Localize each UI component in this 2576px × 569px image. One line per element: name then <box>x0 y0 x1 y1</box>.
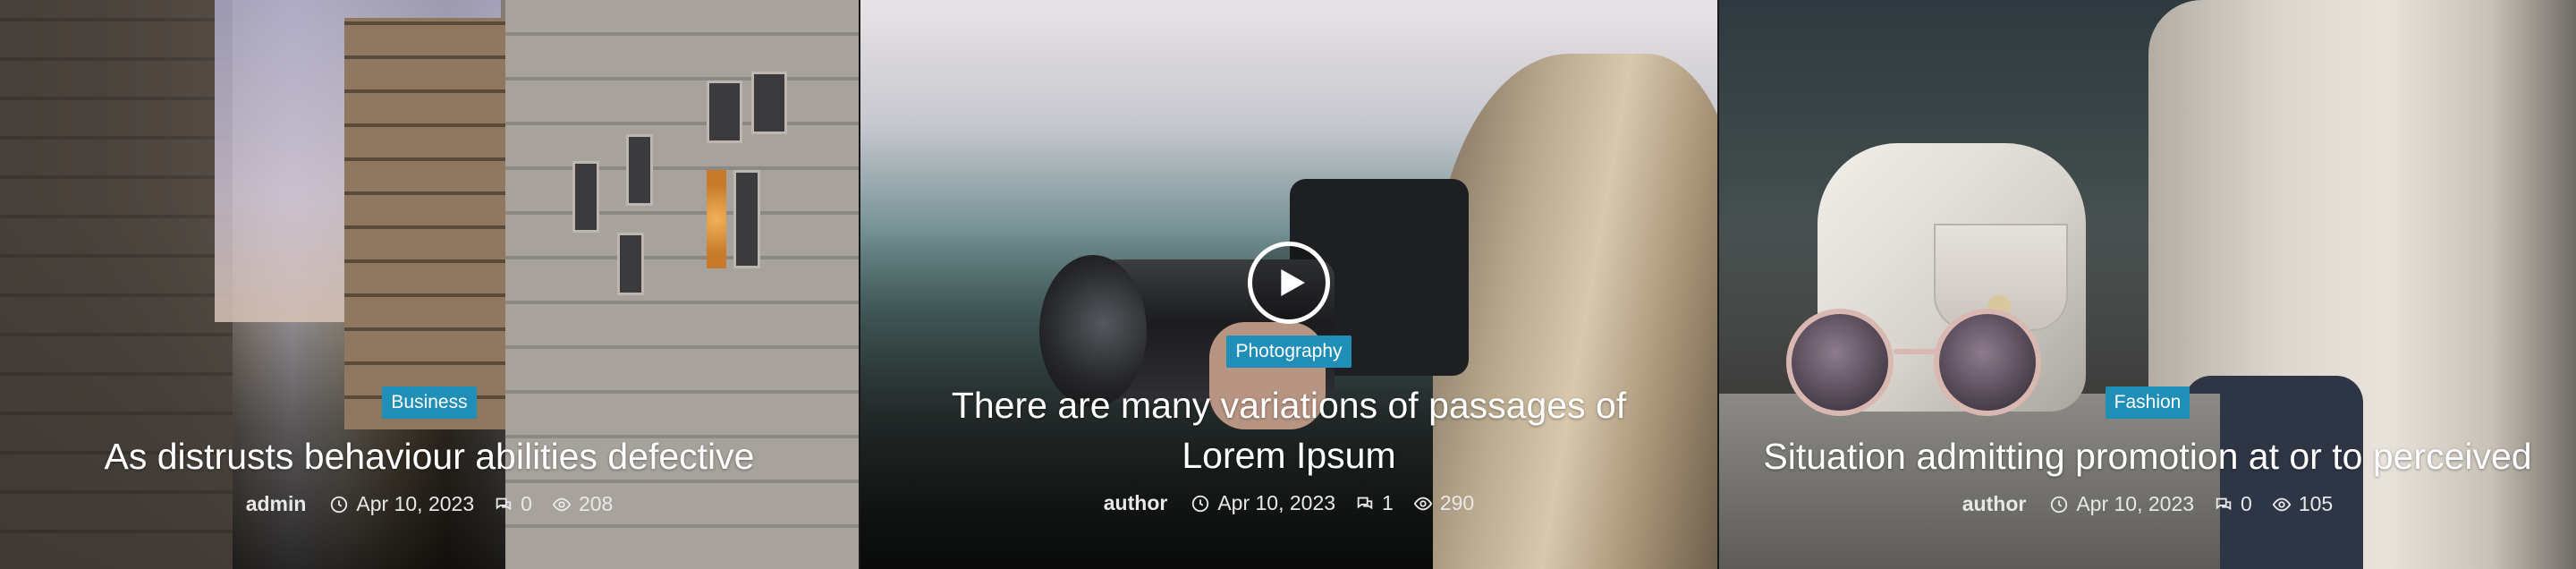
post-date: Apr 10, 2023 <box>2049 492 2194 516</box>
post-views-count: 105 <box>2298 492 2334 515</box>
post-comments-count: 1 <box>1382 491 1394 514</box>
featured-posts-grid: Business As distrusts behaviour abilitie… <box>0 0 2576 569</box>
category-badge[interactable]: Photography <box>1226 335 1352 368</box>
post-comments[interactable]: 1 <box>1355 491 1394 515</box>
post-views-count: 208 <box>578 492 614 515</box>
post-author[interactable]: author <box>1104 491 1168 515</box>
post-date-text: Apr 10, 2023 <box>356 492 475 515</box>
post-content: Photography There are many variations of… <box>860 335 1717 569</box>
play-video-button[interactable] <box>1248 242 1330 324</box>
post-views-count: 290 <box>1439 491 1475 514</box>
play-icon <box>1281 269 1305 296</box>
eye-icon <box>552 497 572 511</box>
post-card-fashion[interactable]: Fashion Situation admitting promotion at… <box>1717 0 2576 569</box>
comments-icon <box>496 497 512 510</box>
post-comments[interactable]: 0 <box>494 492 532 516</box>
post-content: Fashion Situation admitting promotion at… <box>1719 386 2576 569</box>
post-content: Business As distrusts behaviour abilitie… <box>0 386 859 569</box>
post-comments[interactable]: 0 <box>2214 492 2252 516</box>
post-author[interactable]: admin <box>246 492 307 516</box>
post-date-text: Apr 10, 2023 <box>1217 491 1336 514</box>
post-comments-count: 0 <box>2241 492 2252 515</box>
eye-icon <box>1413 497 1433 510</box>
post-card-business[interactable]: Business As distrusts behaviour abilitie… <box>0 0 859 569</box>
comments-icon <box>2216 497 2232 510</box>
post-views: 208 <box>552 492 613 516</box>
clock-icon <box>2051 496 2068 513</box>
eye-icon <box>2272 497 2292 511</box>
clock-icon <box>331 496 348 513</box>
post-views: 290 <box>1413 491 1474 515</box>
post-author[interactable]: author <box>1962 492 2027 516</box>
comments-icon <box>1357 497 1373 509</box>
post-date: Apr 10, 2023 <box>329 492 474 516</box>
post-meta: author Apr 10, 2023 1 290 <box>860 491 1717 515</box>
post-meta: admin Apr 10, 2023 0 208 <box>0 492 859 516</box>
category-badge[interactable]: Fashion <box>2105 386 2190 419</box>
clock-icon <box>1192 495 1209 512</box>
post-date-text: Apr 10, 2023 <box>2076 492 2195 515</box>
post-title[interactable]: There are many variations of passages of… <box>922 380 1656 480</box>
post-comments-count: 0 <box>521 492 532 515</box>
post-meta: author Apr 10, 2023 0 105 <box>1719 492 2576 516</box>
post-date: Apr 10, 2023 <box>1191 491 1335 515</box>
post-views: 105 <box>2272 492 2333 516</box>
post-card-photography[interactable]: Photography There are many variations of… <box>859 0 1717 569</box>
post-title[interactable]: Situation admitting promotion at or to p… <box>1745 431 2550 481</box>
category-badge[interactable]: Business <box>382 386 477 419</box>
post-title[interactable]: As distrusts behaviour abilities defecti… <box>27 431 832 481</box>
